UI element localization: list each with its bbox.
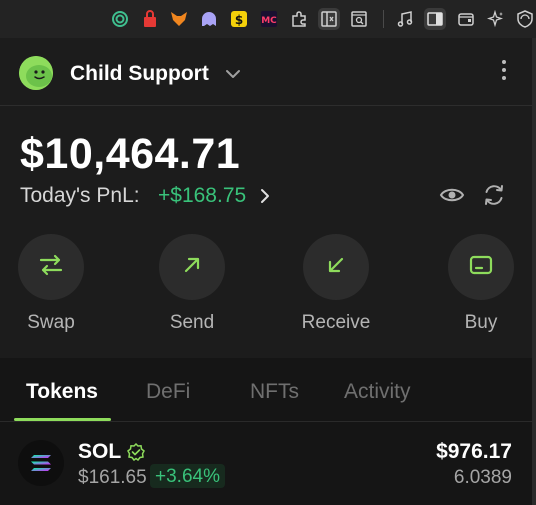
wallet-icon[interactable] [455, 8, 477, 30]
token-price: $161.65 [78, 467, 147, 488]
token-row-sol[interactable]: SOL $161.65 +3.64% $976.17 6.0389 [0, 422, 532, 505]
tab-defi[interactable]: DeFi [146, 380, 190, 404]
send-label: Send [169, 312, 215, 333]
buy-button[interactable] [448, 234, 514, 300]
tab-nfts[interactable]: NFTs [250, 380, 299, 404]
receive-arrow-icon [325, 254, 347, 281]
shield-icon[interactable] [514, 8, 536, 30]
chevron-right-icon[interactable] [260, 188, 270, 209]
tabs-section: Tokens DeFi NFTs Activity SOL $161.65 +3… [0, 358, 532, 505]
toolbar-separator [383, 10, 384, 28]
search-tab-icon[interactable] [348, 8, 370, 30]
token-change-badge: +3.64% [150, 464, 225, 488]
music-icon[interactable] [394, 8, 416, 30]
swap-button[interactable] [18, 234, 84, 300]
tab-activity[interactable]: Activity [344, 380, 411, 404]
eye-icon[interactable] [438, 184, 466, 206]
refresh-icon[interactable] [481, 182, 507, 208]
more-options-icon[interactable] [499, 60, 509, 86]
receive-label: Receive [301, 312, 371, 333]
fox-icon[interactable] [168, 8, 190, 30]
svg-text:$: $ [235, 13, 243, 27]
pnl-value[interactable]: +$168.75 [158, 184, 246, 208]
verified-icon [127, 442, 145, 466]
dollar-icon[interactable]: $ [228, 8, 250, 30]
mc-icon[interactable]: MC [258, 8, 280, 30]
spiral-icon[interactable] [109, 8, 131, 30]
chevron-down-icon[interactable] [225, 66, 241, 84]
puzzle-icon[interactable] [288, 8, 310, 30]
receive-button[interactable] [303, 234, 369, 300]
browser-extension-toolbar: $ MC [0, 0, 536, 38]
avatar[interactable] [19, 56, 53, 90]
sidebar-icon[interactable] [424, 8, 446, 30]
card-icon [468, 254, 494, 281]
total-balance: $10,464.71 [20, 130, 241, 178]
token-amount: 6.0389 [453, 467, 512, 488]
tab-tokens[interactable]: Tokens [26, 380, 98, 404]
send-button[interactable] [159, 234, 225, 300]
lock-icon[interactable] [139, 8, 161, 30]
split-view-icon[interactable] [318, 8, 340, 30]
ghost-icon[interactable] [198, 8, 220, 30]
buy-label: Buy [464, 312, 498, 333]
sparkle-icon[interactable] [485, 8, 507, 30]
scrollbar-track [532, 38, 536, 505]
token-value: $976.17 [436, 440, 512, 463]
svg-text:MC: MC [261, 16, 277, 26]
account-name[interactable]: Child Support [70, 62, 209, 86]
wallet-panel: Child Support $10,464.71 Today's PnL: +$… [0, 38, 532, 505]
solana-logo-icon [18, 440, 64, 486]
account-header: Child Support [0, 38, 532, 106]
send-arrow-icon [181, 254, 203, 281]
token-symbol: SOL [78, 440, 122, 463]
pnl-label: Today's PnL: [20, 184, 140, 207]
swap-icon [37, 253, 65, 282]
swap-label: Swap [27, 312, 75, 333]
